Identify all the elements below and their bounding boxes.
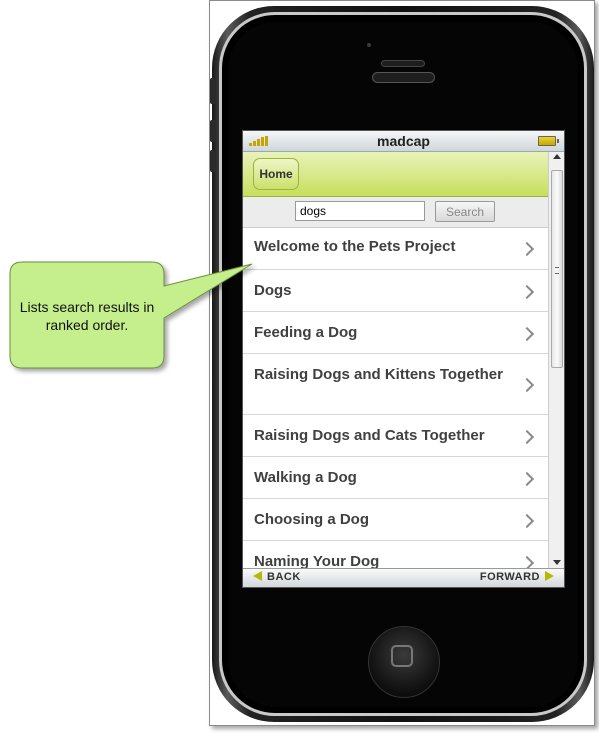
callout-text: Lists search results in ranked order. <box>19 299 155 333</box>
callout-shape <box>9 261 253 369</box>
